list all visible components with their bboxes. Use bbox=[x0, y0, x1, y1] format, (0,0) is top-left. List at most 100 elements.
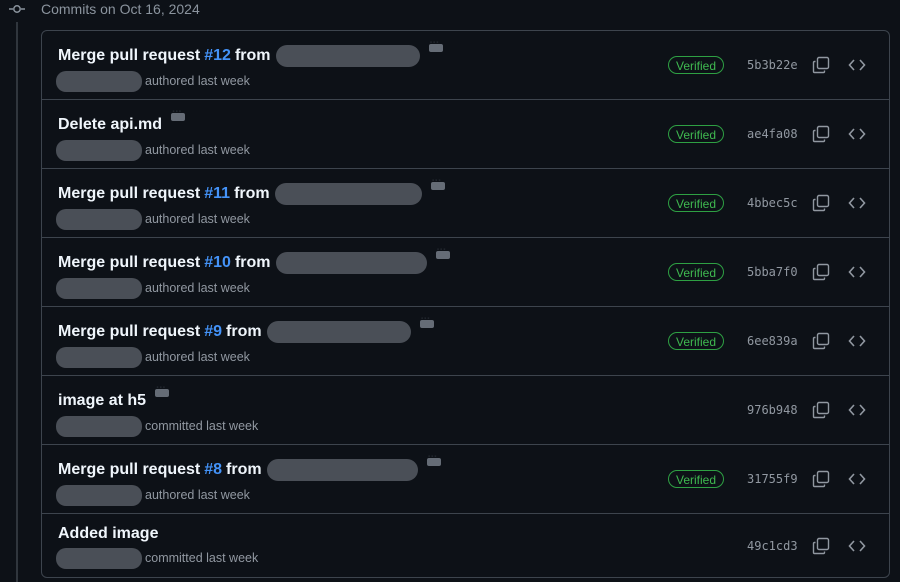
commit-row: Added image committed last week 49c1cd3 bbox=[42, 514, 889, 577]
git-commit-icon bbox=[9, 3, 25, 15]
copy-icon[interactable] bbox=[812, 470, 830, 488]
commit-title-text[interactable]: Merge pull request bbox=[58, 254, 200, 272]
code-icon[interactable] bbox=[848, 470, 866, 488]
commit-title-suffix[interactable]: from bbox=[234, 185, 270, 203]
redacted-author-avatar[interactable] bbox=[56, 208, 142, 230]
commit-meta: authored last week bbox=[56, 346, 250, 368]
commit-sha[interactable]: 6ee839a bbox=[747, 333, 798, 349]
pr-link[interactable]: #11 bbox=[204, 185, 230, 203]
commit-title: image at h5 bbox=[58, 382, 170, 412]
redacted-author-avatar[interactable] bbox=[56, 277, 142, 299]
commit-meta-text: authored last week bbox=[145, 350, 250, 364]
commit-meta-text: authored last week bbox=[145, 281, 250, 295]
redacted-branch-name bbox=[275, 45, 420, 67]
ellipsis-icon[interactable] bbox=[428, 37, 443, 52]
commit-row: Merge pull request #9 from authored last… bbox=[42, 307, 889, 376]
timeline-line bbox=[16, 22, 18, 582]
commit-meta: authored last week bbox=[56, 484, 250, 506]
commit-row: Merge pull request #10 from authored las… bbox=[42, 238, 889, 307]
pr-link[interactable]: #10 bbox=[204, 254, 231, 272]
code-icon[interactable] bbox=[848, 125, 866, 143]
commit-sha[interactable]: 5b3b22e bbox=[747, 57, 798, 73]
code-icon[interactable] bbox=[848, 56, 866, 74]
commit-sha[interactable]: 4bbec5c bbox=[747, 195, 798, 211]
commit-row: Merge pull request #8 from authored last… bbox=[42, 445, 889, 514]
commit-row: Delete api.md authored last week Verifie… bbox=[42, 100, 889, 169]
commit-title-suffix[interactable]: from bbox=[235, 47, 271, 65]
commit-title: Merge pull request #12 from bbox=[58, 37, 443, 67]
commit-title: Merge pull request #11 from bbox=[58, 175, 445, 205]
ellipsis-icon[interactable] bbox=[426, 451, 441, 466]
commit-meta-text: authored last week bbox=[145, 488, 250, 502]
copy-icon[interactable] bbox=[812, 194, 830, 212]
code-icon[interactable] bbox=[848, 263, 866, 281]
commit-sha[interactable]: 31755f9 bbox=[747, 471, 798, 487]
code-icon[interactable] bbox=[848, 194, 866, 212]
commit-title: Merge pull request #10 from bbox=[58, 244, 450, 274]
commit-title-text[interactable]: image at h5 bbox=[58, 392, 146, 410]
commit-row: image at h5 committed last week 976b948 bbox=[42, 376, 889, 445]
commit-meta-text: committed last week bbox=[145, 551, 259, 565]
copy-icon[interactable] bbox=[812, 125, 830, 143]
ellipsis-icon[interactable] bbox=[171, 106, 186, 121]
pr-link[interactable]: #12 bbox=[204, 47, 231, 65]
redacted-branch-name bbox=[266, 321, 411, 343]
commit-title: Merge pull request #8 from bbox=[58, 451, 441, 481]
verified-badge[interactable]: Verified bbox=[668, 263, 725, 281]
code-icon[interactable] bbox=[848, 332, 866, 350]
copy-icon[interactable] bbox=[812, 263, 830, 281]
redacted-author-avatar[interactable] bbox=[56, 139, 142, 161]
copy-icon[interactable] bbox=[812, 537, 830, 555]
copy-icon[interactable] bbox=[812, 401, 830, 419]
commit-meta: authored last week bbox=[56, 208, 250, 230]
redacted-author-avatar[interactable] bbox=[56, 547, 142, 569]
verified-badge[interactable]: Verified bbox=[668, 194, 725, 212]
commit-sha[interactable]: 976b948 bbox=[747, 402, 798, 418]
verified-badge[interactable]: Verified bbox=[668, 56, 725, 74]
commit-title: Added image bbox=[58, 523, 158, 545]
commit-sha[interactable]: 5bba7f0 bbox=[747, 264, 798, 280]
commit-title: Merge pull request #9 from bbox=[58, 313, 434, 343]
pr-link[interactable]: #9 bbox=[204, 323, 222, 341]
verified-badge[interactable]: Verified bbox=[668, 470, 725, 488]
commit-group-title: Commits on Oct 16, 2024 bbox=[41, 1, 200, 17]
commit-title-suffix[interactable]: from bbox=[226, 461, 262, 479]
commit-meta: authored last week bbox=[56, 139, 250, 161]
commit-meta-text: authored last week bbox=[145, 143, 250, 157]
ellipsis-icon[interactable] bbox=[419, 313, 434, 328]
code-icon[interactable] bbox=[848, 537, 866, 555]
commit-meta-text: committed last week bbox=[145, 419, 259, 433]
copy-icon[interactable] bbox=[812, 332, 830, 350]
commit-title-text[interactable]: Merge pull request bbox=[58, 47, 200, 65]
code-icon[interactable] bbox=[848, 401, 866, 419]
redacted-branch-name bbox=[266, 459, 418, 481]
commit-meta: authored last week bbox=[56, 277, 250, 299]
commit-meta: authored last week bbox=[56, 70, 250, 92]
ellipsis-icon[interactable] bbox=[435, 244, 450, 259]
verified-badge[interactable]: Verified bbox=[668, 125, 725, 143]
commit-title-text[interactable]: Merge pull request bbox=[58, 461, 200, 479]
redacted-author-avatar[interactable] bbox=[56, 346, 142, 368]
pr-link[interactable]: #8 bbox=[204, 461, 222, 479]
commit-meta-text: authored last week bbox=[145, 74, 250, 88]
redacted-branch-name bbox=[274, 183, 422, 205]
commit-title-text[interactable]: Merge pull request bbox=[58, 323, 200, 341]
commit-title-suffix[interactable]: from bbox=[226, 323, 262, 341]
commit-list: Merge pull request #12 from authored las… bbox=[41, 30, 890, 578]
commit-group-header: Commits on Oct 16, 2024 bbox=[0, 0, 600, 18]
commit-title: Delete api.md bbox=[58, 106, 186, 136]
ellipsis-icon[interactable] bbox=[155, 382, 170, 397]
verified-badge[interactable]: Verified bbox=[668, 332, 725, 350]
redacted-branch-name bbox=[275, 252, 427, 274]
ellipsis-icon[interactable] bbox=[430, 175, 445, 190]
commit-title-text[interactable]: Merge pull request bbox=[58, 185, 200, 203]
redacted-author-avatar[interactable] bbox=[56, 415, 142, 437]
commit-title-text[interactable]: Delete api.md bbox=[58, 116, 162, 134]
commit-sha[interactable]: 49c1cd3 bbox=[747, 538, 798, 554]
commit-title-suffix[interactable]: from bbox=[235, 254, 271, 272]
redacted-author-avatar[interactable] bbox=[56, 484, 142, 506]
copy-icon[interactable] bbox=[812, 56, 830, 74]
commit-title-text[interactable]: Added image bbox=[58, 525, 158, 543]
commit-sha[interactable]: ae4fa08 bbox=[747, 126, 798, 142]
redacted-author-avatar[interactable] bbox=[56, 70, 142, 92]
